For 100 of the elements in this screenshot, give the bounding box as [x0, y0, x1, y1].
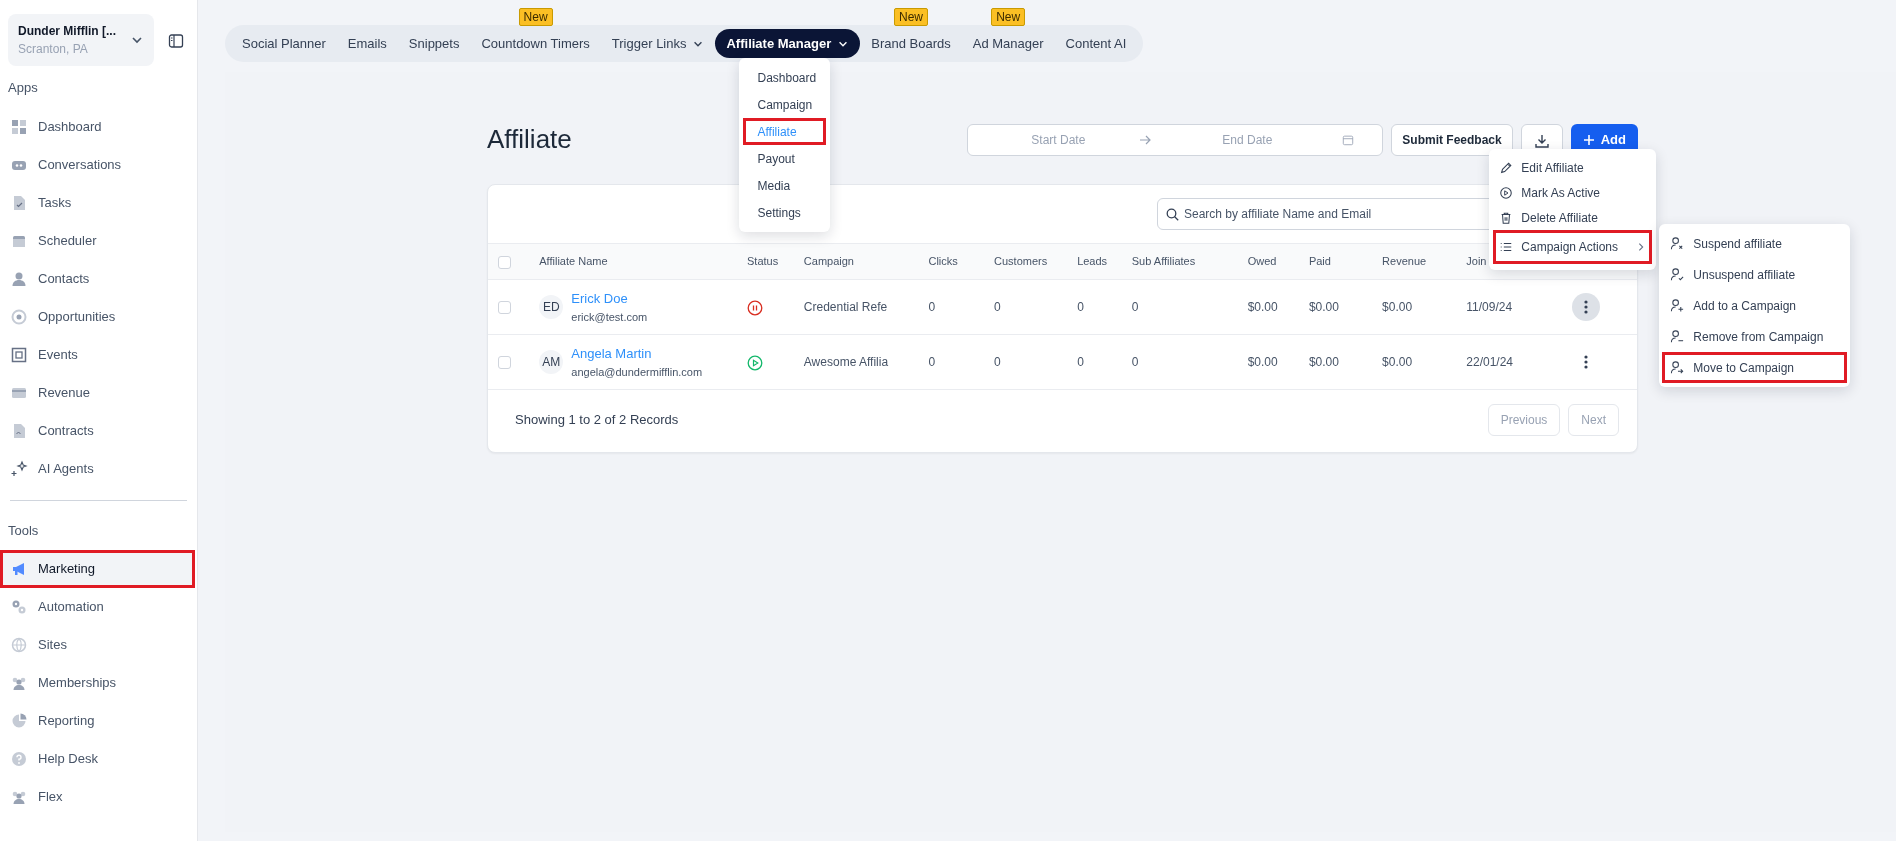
column-header: Clicks	[928, 255, 958, 268]
sidebar-item[interactable]: Revenue	[0, 373, 195, 412]
sidebar-item[interactable]: Dashboard	[0, 107, 195, 146]
sidebar-item[interactable]: AI Agents	[0, 449, 195, 488]
table-cell: $0.00	[1247, 355, 1278, 369]
table-cell: 0	[1131, 300, 1139, 314]
column-header: Join	[1466, 255, 1487, 268]
sidebar-item[interactable]: Reporting	[0, 702, 195, 740]
date-range-picker[interactable]: Start Date End Date	[967, 124, 1384, 156]
nav-tab[interactable]: Trigger Links	[600, 28, 716, 59]
person-arrow-icon	[1670, 360, 1686, 375]
affiliate-email: angela@dundermifflin.com	[571, 364, 703, 380]
menu-item[interactable]: Move to Campaign	[1662, 352, 1848, 383]
affiliate-email: erick@test.com	[571, 309, 648, 325]
nav-tab[interactable]: Emails	[336, 28, 398, 59]
sidebar-item[interactable]: Flex	[0, 778, 195, 816]
table-cell: $0.00	[1382, 355, 1413, 369]
section-label: Apps	[7, 79, 39, 97]
target-icon	[10, 307, 28, 326]
sparkle-icon	[10, 459, 28, 478]
person-check-icon	[1670, 267, 1686, 282]
menu-item[interactable]: Remove from Campaign	[1662, 321, 1848, 352]
more-actions-button[interactable]	[1572, 293, 1601, 321]
table-cell: Awesome Affilia	[803, 355, 889, 369]
sidebar-item[interactable]: Conversations	[0, 145, 195, 184]
sidebar-item[interactable]: Opportunities	[0, 297, 195, 336]
sidebar-item[interactable]: Memberships	[0, 664, 195, 702]
table-cell: $0.00	[1308, 300, 1339, 314]
start-date-field[interactable]: Start Date	[978, 130, 1139, 150]
avatar: AM	[539, 350, 564, 374]
table-cell: 0	[1077, 300, 1084, 314]
menu-item[interactable]: Add to a Campaign	[1662, 290, 1848, 321]
table-cell: 0	[1131, 355, 1139, 369]
column-header: Affiliate Name	[539, 255, 608, 268]
table-cell: 0	[994, 355, 1001, 369]
column-header: Sub Affiliates	[1131, 255, 1196, 268]
calendar-icon	[1342, 134, 1355, 146]
row-checkbox[interactable]	[498, 356, 511, 370]
menu-item[interactable]: Unsuspend affiliate	[1662, 259, 1848, 290]
nav-tab[interactable]: Content AI	[1054, 28, 1138, 59]
pencil-icon	[1499, 160, 1514, 175]
records-summary: Showing 1 to 2 of 2 Records	[515, 411, 679, 430]
table-cell: $0.00	[1382, 300, 1413, 314]
new-badge: New	[894, 7, 928, 26]
end-date-field[interactable]: End Date	[1152, 130, 1343, 150]
sidebar-item[interactable]: Scheduler	[0, 221, 195, 260]
menu-item[interactable]: Settings	[743, 199, 827, 227]
table-cell: 11/09/24	[1466, 300, 1513, 314]
column-header: Customers	[994, 255, 1048, 268]
feedback-button[interactable]: Submit Feedback	[1391, 124, 1513, 156]
table-cell: 0	[994, 300, 1001, 314]
nav-tab[interactable]: Brand Boards	[860, 28, 962, 59]
menu-item[interactable]: Campaign	[743, 91, 827, 119]
sidebar-item[interactable]: Automation	[0, 588, 195, 626]
menu-item[interactable]: Suspend affiliate	[1662, 228, 1848, 259]
menu-item[interactable]: Edit Affiliate	[1493, 155, 1653, 180]
menu-item[interactable]: Campaign Actions	[1493, 230, 1653, 264]
column-header: Campaign	[803, 255, 854, 268]
grid-icon	[10, 117, 28, 136]
help-icon	[10, 750, 28, 768]
nav-tab[interactable]: Affiliate Manager	[715, 28, 861, 59]
table-cell: 22/01/24	[1466, 355, 1513, 369]
play-icon	[1499, 185, 1514, 200]
table-cell: 0	[928, 355, 936, 369]
account-switcher[interactable]: Dunder Mifflin [... Scranton, PA	[8, 14, 154, 66]
nav-tab[interactable]: Social Planner	[231, 28, 337, 59]
more-vertical-icon	[1584, 300, 1589, 314]
sidebar-item[interactable]: Help Desk	[0, 740, 195, 778]
menu-item[interactable]: Media	[743, 172, 827, 200]
avatar: ED	[539, 295, 564, 319]
column-header: Paid	[1308, 255, 1331, 268]
search-icon	[1166, 208, 1179, 221]
row-checkbox[interactable]	[498, 301, 511, 315]
table-cell: Credential Refe	[803, 300, 888, 314]
plus-icon	[1582, 134, 1595, 146]
column-header: Revenue	[1382, 255, 1427, 268]
new-badge: New	[518, 7, 553, 26]
sidebar-item[interactable]: Contracts	[0, 411, 195, 450]
sidebar-item[interactable]: Contacts	[0, 259, 195, 298]
nav-tab[interactable]: Countdown Timers	[470, 28, 601, 59]
menu-item[interactable]: Payout	[743, 145, 827, 173]
sidebar-item[interactable]: Tasks	[0, 183, 195, 222]
table-cell: 0	[1077, 355, 1084, 369]
menu-item[interactable]: Dashboard	[743, 64, 827, 92]
nav-tab[interactable]: Snippets	[397, 28, 471, 59]
select-all-checkbox[interactable]	[498, 255, 511, 269]
arrow-right-icon	[1138, 133, 1153, 147]
sidebar-item[interactable]: Marketing	[0, 550, 195, 588]
page-title: Affiliate	[487, 124, 572, 156]
sidebar-item[interactable]: Sites	[0, 626, 195, 664]
person-add-icon	[1670, 298, 1686, 313]
person-minus-icon	[1670, 329, 1686, 344]
section-label: Tools	[7, 521, 40, 540]
pie-chart-icon	[10, 712, 28, 730]
column-header: Status	[747, 255, 779, 268]
column-header: Owed	[1247, 255, 1277, 268]
globe-icon	[10, 636, 28, 654]
nav-tab[interactable]: Ad Manager	[961, 28, 1055, 59]
table-cell: $0.00	[1308, 355, 1339, 369]
sidebar-item[interactable]: Events	[0, 335, 195, 374]
